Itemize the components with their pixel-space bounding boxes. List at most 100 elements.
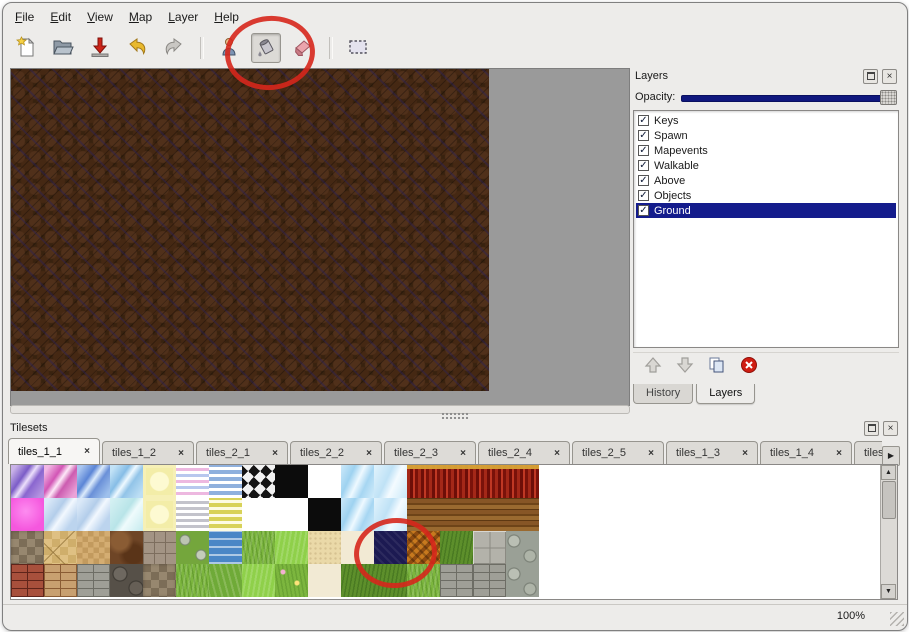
palette-tile-grass[interactable] (242, 531, 275, 564)
tab-close-icon[interactable]: × (836, 448, 842, 459)
palette-tile-grassMix[interactable] (209, 564, 242, 597)
palette-tile-stripeG[interactable] (176, 498, 209, 531)
palette-tile-crysPale[interactable] (44, 498, 77, 531)
redo-button[interactable] (159, 33, 189, 63)
palette-tile-stoneG[interactable] (143, 564, 176, 597)
palette-tile-rocksD[interactable] (110, 564, 143, 597)
palette-tile-redOrn[interactable] (506, 465, 539, 498)
tileset-tab[interactable]: tiles_1_1 × (8, 438, 100, 464)
layer-row[interactable]: ✓ Ground (636, 203, 896, 218)
fill-tool-button[interactable] (251, 33, 281, 63)
scroll-down-icon[interactable]: ▼ (881, 584, 896, 599)
layer-visibility-checkbox[interactable]: ✓ (638, 160, 649, 171)
vertical-scrollbar[interactable]: ▲ ▼ (880, 465, 897, 599)
move-layer-down-button[interactable] (675, 356, 695, 376)
layer-visibility-checkbox[interactable]: ✓ (638, 145, 649, 156)
palette-tile-stripeP[interactable] (176, 465, 209, 498)
palette-tile-white[interactable] (242, 498, 275, 531)
palette-tile-paleT[interactable] (308, 564, 341, 597)
new-file-button[interactable] (11, 33, 41, 63)
layer-row[interactable]: ✓ Spawn (636, 128, 896, 143)
palette-tile-brickG[interactable] (440, 564, 473, 597)
palette-tile-brickG[interactable] (473, 564, 506, 597)
palette-tile-waterP[interactable] (374, 465, 407, 498)
tab-close-icon[interactable]: × (366, 448, 372, 459)
palette-tile-crysC[interactable] (110, 465, 143, 498)
panel-close-icon[interactable]: × (882, 69, 897, 84)
delete-layer-button[interactable] (739, 356, 759, 376)
palette-tile-wood[interactable] (473, 498, 506, 531)
tileset-tab[interactable]: tiles_2_4 × (478, 441, 570, 464)
palette-tile-black[interactable] (308, 498, 341, 531)
palette-tile-stripeY[interactable] (209, 498, 242, 531)
panel-close-icon[interactable]: × (883, 421, 898, 436)
tab-close-icon[interactable]: × (460, 448, 466, 459)
palette-tile-waterL[interactable] (341, 498, 374, 531)
tileset-tab[interactable]: tiles_2_5 × (572, 441, 664, 464)
palette-tile-wood[interactable] (440, 498, 473, 531)
tab-scroll-right-button[interactable]: ▶ (882, 446, 900, 466)
palette-tile-brickR[interactable] (11, 564, 44, 597)
palette-tile-black[interactable] (275, 465, 308, 498)
palette-tile-paleY[interactable] (143, 498, 176, 531)
duplicate-layer-button[interactable] (707, 356, 727, 376)
tileset-tab[interactable]: tiles_2_2 × (290, 441, 382, 464)
palette-tile-waterP[interactable] (374, 498, 407, 531)
palette-tile-stoneCr[interactable] (44, 531, 77, 564)
scrollbar-thumb[interactable] (882, 481, 896, 519)
eraser-tool-button[interactable] (288, 33, 318, 63)
tab-close-icon[interactable]: × (742, 448, 748, 459)
palette-tile-magenta[interactable] (11, 498, 44, 531)
palette-tile-grassD[interactable] (341, 564, 374, 597)
scroll-up-icon[interactable]: ▲ (881, 465, 896, 480)
menu-item[interactable]: File (7, 6, 42, 28)
palette-tile-tileG[interactable] (473, 531, 506, 564)
layer-visibility-checkbox[interactable]: ✓ (638, 190, 649, 201)
palette-tile-waterW[interactable] (209, 531, 242, 564)
tileset-tab[interactable]: tiles_1_3 × (666, 441, 758, 464)
palette-tile-white[interactable] (308, 465, 341, 498)
tileset-tab[interactable]: tiles_1_5 × (854, 441, 882, 464)
layer-visibility-checkbox[interactable]: ✓ (638, 205, 649, 216)
menu-item[interactable]: Help (206, 6, 247, 28)
panel-splitter[interactable] (3, 411, 907, 420)
palette-tile-grassB[interactable] (242, 564, 275, 597)
map-canvas[interactable] (11, 69, 489, 391)
palette-tile-stripeB[interactable] (209, 465, 242, 498)
palette-tile-white[interactable] (275, 498, 308, 531)
tab-close-icon[interactable]: × (178, 448, 184, 459)
palette-tile-cobble[interactable] (143, 531, 176, 564)
menu-item[interactable]: Edit (42, 6, 79, 28)
move-layer-up-button[interactable] (643, 356, 663, 376)
palette-tile-redOrn[interactable] (473, 465, 506, 498)
layer-row[interactable]: ✓ Above (636, 173, 896, 188)
palette-tile-waterL[interactable] (341, 465, 374, 498)
palette-tile-stonesG[interactable] (506, 531, 539, 564)
palette-tile-crysPale[interactable] (77, 498, 110, 531)
layer-visibility-checkbox[interactable]: ✓ (638, 175, 649, 186)
menu-item[interactable]: Map (121, 6, 160, 28)
palette-tile-checker[interactable] (242, 465, 275, 498)
palette-tile-grass[interactable] (176, 564, 209, 597)
menu-item[interactable]: Layer (160, 6, 206, 28)
dock-tab[interactable]: Layers (696, 384, 755, 404)
tab-close-icon[interactable]: × (648, 448, 654, 459)
layer-row[interactable]: ✓ Mapevents (636, 143, 896, 158)
menu-item[interactable]: View (79, 6, 121, 28)
palette-tile-crysM[interactable] (44, 465, 77, 498)
dock-tab[interactable]: History (633, 384, 693, 404)
palette-tile-grassB[interactable] (275, 531, 308, 564)
tab-close-icon[interactable]: × (554, 448, 560, 459)
palette-tile-brickG[interactable] (77, 564, 110, 597)
map-viewport[interactable] (10, 68, 630, 406)
tileset-tab[interactable]: tiles_1_2 × (102, 441, 194, 464)
panel-detach-icon[interactable] (863, 69, 878, 84)
palette-tile-grassD[interactable] (374, 564, 407, 597)
palette-tile-paleC[interactable] (110, 498, 143, 531)
palette-tile-navy[interactable] (374, 531, 407, 564)
character-tool-button[interactable] (214, 33, 244, 63)
palette-tile-stonesG[interactable] (506, 564, 539, 597)
palette-tile-grass[interactable] (407, 564, 440, 597)
tab-close-icon[interactable]: × (84, 446, 90, 457)
opacity-slider[interactable] (681, 90, 897, 104)
